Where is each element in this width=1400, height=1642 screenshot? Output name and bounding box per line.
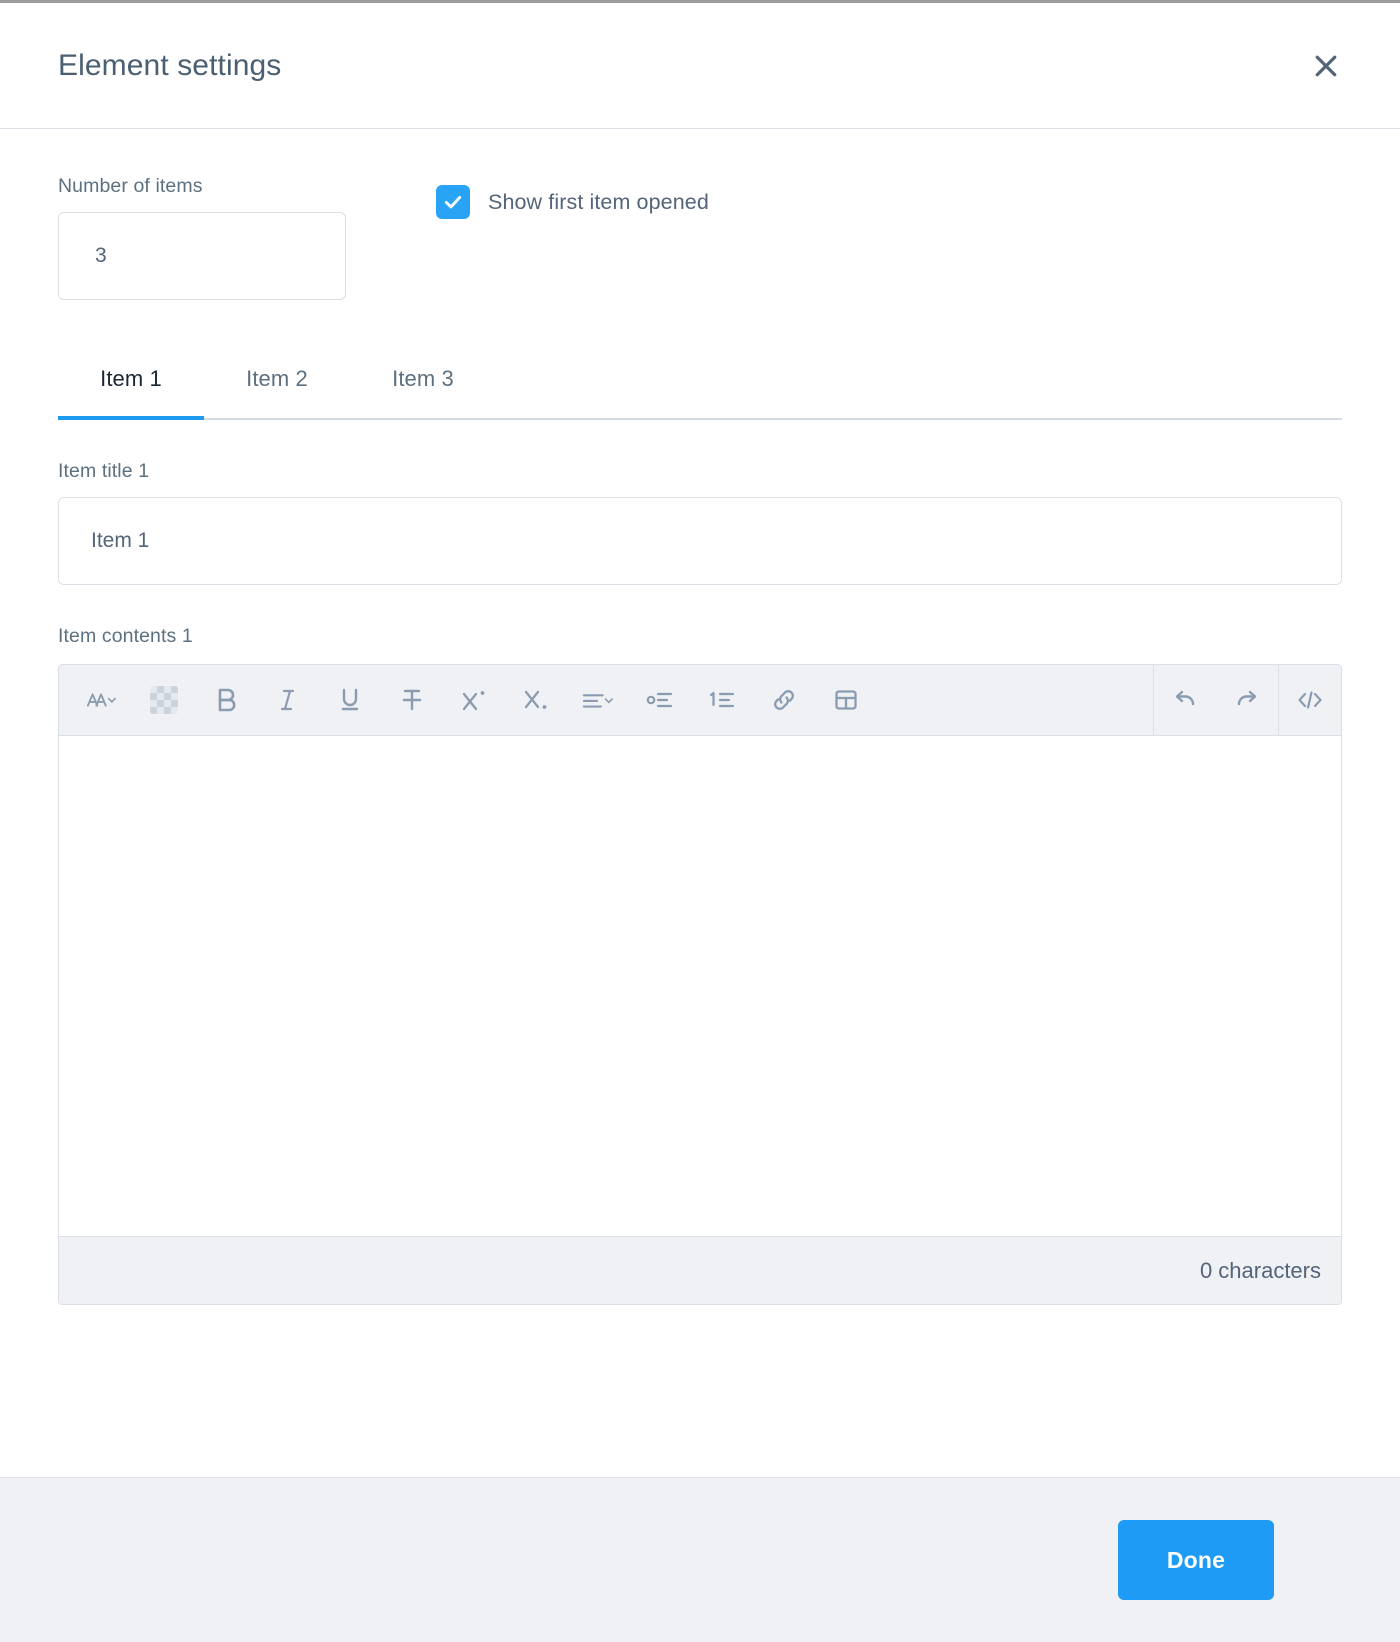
toolbar-main-group (59, 665, 877, 735)
show-first-item-checkbox[interactable]: Show first item opened (436, 185, 709, 219)
number-of-items-input[interactable] (58, 212, 346, 300)
bullet-list-icon[interactable] (629, 665, 691, 735)
character-count: 0 characters (1199, 1257, 1321, 1283)
check-icon (443, 192, 463, 212)
undo-icon[interactable] (1154, 665, 1216, 735)
text-color-icon[interactable] (133, 665, 195, 735)
close-button[interactable] (1300, 40, 1352, 92)
number-of-items-group: Number of items (58, 175, 346, 300)
tab-item-2[interactable]: Item 2 (204, 366, 350, 418)
dialog-footer: Done (0, 1477, 1400, 1642)
element-settings-dialog: Element settings Number of items 3 Show … (0, 0, 1400, 1642)
item-contents-label: Item contents 1 (58, 625, 193, 647)
table-icon[interactable] (815, 665, 877, 735)
dialog-body: Number of items Show first item opened I… (0, 129, 1400, 1477)
item-title-label: Item title 1 (58, 460, 150, 482)
toolbar-history-group (1153, 665, 1278, 735)
editor-toolbar (59, 665, 1341, 736)
tab-item-3[interactable]: Item 3 (350, 366, 496, 418)
close-icon (1311, 51, 1341, 81)
dialog-header: Element settings (0, 3, 1400, 129)
align-icon[interactable] (567, 665, 629, 735)
editor-footer: 0 characters (59, 1236, 1341, 1304)
italic-icon[interactable] (257, 665, 319, 735)
item-contents-group: Item contents 1 0 characters (58, 625, 1342, 1305)
toolbar-code-group (1278, 665, 1341, 735)
editor-content-area[interactable] (59, 736, 1341, 1236)
redo-icon[interactable] (1216, 665, 1278, 735)
tab-item-1[interactable]: Item 1 (58, 366, 204, 420)
number-of-items-label: Number of items (58, 175, 203, 197)
item-title-input[interactable] (58, 497, 1342, 585)
numbered-list-icon[interactable] (691, 665, 753, 735)
rich-text-editor: 0 characters (58, 664, 1342, 1305)
underline-icon[interactable] (319, 665, 381, 735)
strikethrough-icon[interactable] (381, 665, 443, 735)
done-button[interactable]: Done (1118, 1520, 1274, 1600)
link-icon[interactable] (753, 665, 815, 735)
item-tabs: Item 1 Item 2 Item 3 (58, 366, 1342, 420)
settings-row: Number of items Show first item opened (58, 175, 1342, 300)
color-swatch (150, 686, 178, 714)
item-title-group: Item title 1 (58, 460, 1342, 585)
superscript-icon[interactable] (443, 665, 505, 735)
subscript-icon[interactable] (505, 665, 567, 735)
font-style-icon[interactable] (71, 665, 133, 735)
dialog-title: Element settings (58, 48, 282, 82)
code-view-icon[interactable] (1279, 665, 1341, 735)
checkbox-box[interactable] (436, 185, 470, 219)
show-first-item-label: Show first item opened (488, 189, 709, 214)
bold-icon[interactable] (195, 665, 257, 735)
